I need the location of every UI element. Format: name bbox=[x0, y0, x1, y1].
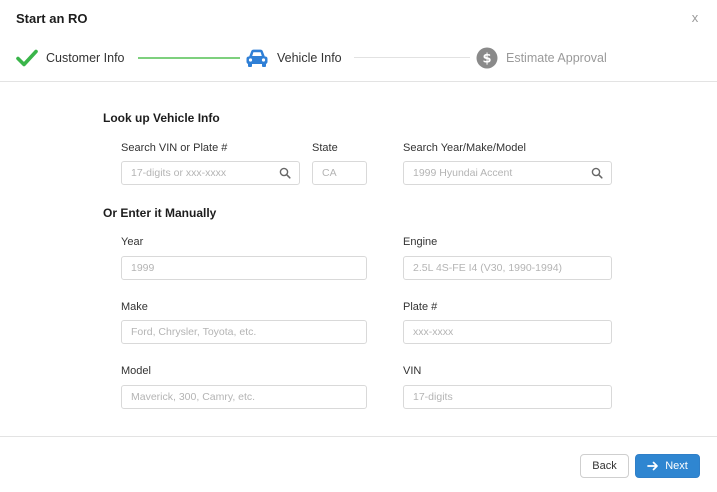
check-icon bbox=[16, 49, 38, 67]
search-icon[interactable] bbox=[591, 167, 603, 179]
model-input[interactable] bbox=[122, 386, 366, 408]
model-label: Model bbox=[121, 365, 151, 377]
year-label: Year bbox=[121, 236, 144, 248]
stepper: Customer Info Vehicle Info $ Estimate Ap… bbox=[0, 44, 717, 72]
make-label: Make bbox=[121, 301, 148, 313]
step-label: Estimate Approval bbox=[506, 51, 607, 65]
step-label: Customer Info bbox=[46, 51, 125, 65]
next-button-label: Next bbox=[665, 460, 688, 472]
year-field bbox=[121, 256, 367, 280]
step-estimate-approval[interactable]: $ Estimate Approval bbox=[476, 44, 607, 72]
svg-text:$: $ bbox=[482, 52, 491, 67]
step-label: Vehicle Info bbox=[277, 51, 342, 65]
search-icon[interactable] bbox=[279, 167, 291, 179]
footer-divider bbox=[0, 436, 717, 437]
close-icon[interactable]: x bbox=[688, 10, 702, 26]
vin-plate-label: Search VIN or Plate # bbox=[121, 142, 228, 154]
vin-label: VIN bbox=[403, 365, 422, 377]
header-divider bbox=[0, 81, 717, 82]
dollar-icon: $ bbox=[476, 47, 498, 69]
vin-plate-search-input[interactable] bbox=[122, 162, 299, 184]
vin-input[interactable] bbox=[404, 386, 611, 408]
back-button[interactable]: Back bbox=[580, 454, 629, 478]
back-button-label: Back bbox=[592, 460, 617, 472]
year-input[interactable] bbox=[122, 257, 366, 279]
vin-plate-search-field bbox=[121, 161, 300, 185]
state-label: State bbox=[312, 142, 338, 154]
ymm-search-input[interactable] bbox=[404, 162, 611, 184]
step-customer-info[interactable]: Customer Info bbox=[16, 44, 125, 72]
plate-field bbox=[403, 320, 612, 344]
vin-field bbox=[403, 385, 612, 409]
ymm-label: Search Year/Make/Model bbox=[403, 142, 526, 154]
step-connector bbox=[138, 57, 240, 59]
manual-section-title: Or Enter it Manually bbox=[103, 206, 217, 220]
next-button[interactable]: Next bbox=[635, 454, 700, 478]
lookup-section-title: Look up Vehicle Info bbox=[103, 111, 220, 125]
make-field bbox=[121, 320, 367, 344]
modal-title: Start an RO bbox=[16, 11, 88, 26]
ymm-search-field bbox=[403, 161, 612, 185]
state-field bbox=[312, 161, 367, 185]
plate-label: Plate # bbox=[403, 301, 438, 313]
engine-label: Engine bbox=[403, 236, 438, 248]
car-icon bbox=[246, 49, 268, 67]
plate-input[interactable] bbox=[404, 321, 611, 343]
step-vehicle-info[interactable]: Vehicle Info bbox=[245, 44, 342, 72]
engine-field bbox=[403, 256, 612, 280]
engine-input[interactable] bbox=[404, 257, 611, 279]
model-field bbox=[121, 385, 367, 409]
step-connector bbox=[354, 57, 470, 58]
arrow-right-icon bbox=[647, 461, 659, 471]
make-input[interactable] bbox=[122, 321, 366, 343]
state-input[interactable] bbox=[313, 162, 366, 184]
